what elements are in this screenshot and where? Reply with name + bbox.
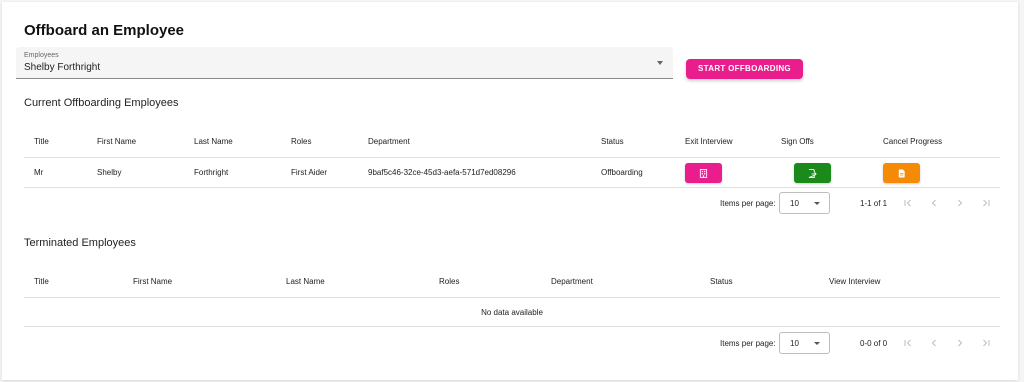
last-page-icon <box>983 339 990 347</box>
column-header-sign-offs: Sign Offs <box>781 137 814 146</box>
terminated-employees-title: Terminated Employees <box>24 237 136 249</box>
sign-off-icon <box>808 168 817 178</box>
start-offboarding-button[interactable]: START OFFBOARDING <box>686 59 803 79</box>
next-page-button[interactable] <box>952 195 968 211</box>
employee-select-label: Employees <box>24 52 59 59</box>
first-page-icon <box>904 339 911 347</box>
column-header-last-name[interactable]: Last Name <box>286 266 325 297</box>
column-header-department[interactable]: Department <box>368 126 410 157</box>
cell-last-name: Forthright <box>194 168 229 177</box>
column-header-roles[interactable]: Roles <box>291 126 311 157</box>
previous-page-button[interactable] <box>926 195 942 211</box>
offboard-card: Offboard an Employee Employees Shelby Fo… <box>2 2 1018 380</box>
sign-offs-button[interactable] <box>794 163 831 183</box>
column-header-department[interactable]: Department <box>551 266 593 297</box>
column-header-first-name[interactable]: First Name <box>133 266 172 297</box>
page-range-label: 1-1 of 1 <box>860 199 888 208</box>
dropdown-arrow-icon <box>814 342 820 345</box>
interview-form-icon <box>699 168 708 178</box>
terminated-employees-table: Title First Name Last Name Roles Departm… <box>24 266 1000 327</box>
current-offboarding-table: Title First Name Last Name Roles Departm… <box>24 126 1000 188</box>
table-row: Mr Shelby Forthright First Aider 9baf5c4… <box>24 158 1000 188</box>
column-header-roles[interactable]: Roles <box>439 266 459 297</box>
page-size-value: 10 <box>790 199 799 208</box>
column-header-view-interview: View Interview <box>829 277 881 286</box>
cell-title: Mr <box>34 168 44 177</box>
cell-status: Offboarding <box>601 168 643 177</box>
first-page-button[interactable] <box>900 195 916 211</box>
column-header-exit-interview: Exit Interview <box>685 137 733 146</box>
page-size-select[interactable]: 10 <box>779 332 830 354</box>
employee-select-value: Shelby Forthright <box>24 62 101 73</box>
column-header-status[interactable]: Status <box>601 126 624 157</box>
column-header-title[interactable]: Title <box>34 266 49 297</box>
cell-department: 9baf5c46-32ce-45d3-aefa-571d7ed08296 <box>368 168 516 177</box>
current-offboarding-title: Current Offboarding Employees <box>24 97 179 109</box>
table-header: Title First Name Last Name Roles Departm… <box>24 126 1000 158</box>
last-page-button[interactable] <box>978 195 994 211</box>
dropdown-arrow-icon[interactable] <box>657 61 663 65</box>
column-header-last-name[interactable]: Last Name <box>194 126 233 157</box>
page-title: Offboard an Employee <box>24 22 185 39</box>
items-per-page-label: Items per page: <box>720 339 776 348</box>
first-page-icon <box>904 199 911 207</box>
employee-select[interactable]: Employees Shelby Forthright <box>16 47 673 79</box>
next-page-button[interactable] <box>952 335 968 351</box>
table-header: Title First Name Last Name Roles Departm… <box>24 266 1000 298</box>
chevron-right-icon <box>958 339 963 347</box>
cancel-progress-button[interactable] <box>883 163 920 183</box>
cell-roles: First Aider <box>291 168 328 177</box>
page-range-label: 0-0 of 0 <box>860 339 888 348</box>
column-header-title[interactable]: Title <box>34 126 49 157</box>
last-page-button[interactable] <box>978 335 994 351</box>
exit-interview-button[interactable] <box>685 163 722 183</box>
page-size-select[interactable]: 10 <box>779 192 830 214</box>
previous-page-button[interactable] <box>926 335 942 351</box>
items-per-page-label: Items per page: <box>720 199 776 208</box>
document-icon <box>898 168 905 178</box>
dropdown-arrow-icon <box>814 202 820 205</box>
chevron-left-icon <box>931 199 936 207</box>
last-page-icon <box>983 199 990 207</box>
current-paginator: Items per page: 10 1-1 of 1 <box>720 192 1020 216</box>
chevron-right-icon <box>958 199 963 207</box>
column-header-cancel-progress: Cancel Progress <box>883 137 943 146</box>
column-header-first-name[interactable]: First Name <box>97 126 136 157</box>
chevron-left-icon <box>931 339 936 347</box>
terminated-paginator: Items per page: 10 0-0 of 0 <box>720 332 1020 356</box>
empty-state-message: No data available <box>24 298 1000 327</box>
page-size-value: 10 <box>790 339 799 348</box>
column-header-status[interactable]: Status <box>710 266 733 297</box>
cell-first-name: Shelby <box>97 168 122 177</box>
first-page-button[interactable] <box>900 335 916 351</box>
